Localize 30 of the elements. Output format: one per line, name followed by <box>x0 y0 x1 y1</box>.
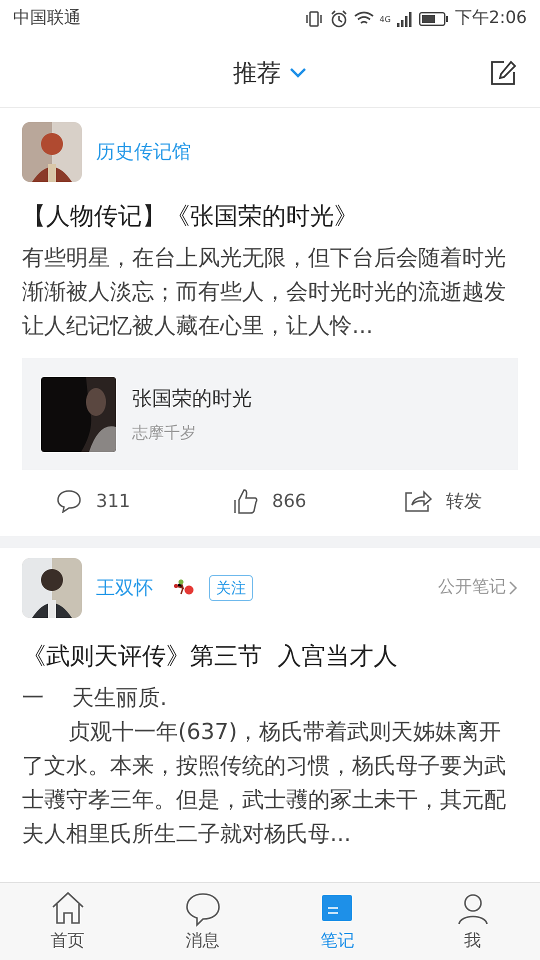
post-excerpt: 一 天生丽质. <box>22 685 168 713</box>
share-button[interactable]: 转发 <box>404 488 482 514</box>
post-title[interactable]: 【人物传记】《张国荣的时光》 <box>22 200 518 232</box>
nav-tab[interactable]: 首页 <box>0 888 135 954</box>
battery-icon <box>418 12 449 26</box>
like-button[interactable]: 866 <box>234 488 404 514</box>
network-label: 4G <box>380 14 391 26</box>
signal-icon <box>396 11 413 27</box>
clock-time: 下午2:06 <box>454 7 527 30</box>
badge-icon <box>173 579 195 597</box>
compose-button[interactable] <box>490 60 516 86</box>
chevron-down-icon <box>289 66 307 78</box>
post-excerpt: 贞观十一年(637)，杨氏带着武则天姊妹离开了文水。本来，按照传统的习惯，杨氏母子要为武士彟守孝三年。但是，武士彟的冢土未干，其元配夫人相里氏所生二子就对杨氏母... <box>22 719 507 849</box>
share-icon <box>404 489 432 513</box>
thumbs-up-icon <box>234 488 258 514</box>
edit-icon <box>490 60 516 86</box>
attachment-card[interactable]: 张国荣的时光 志摩千岁 <box>22 358 518 470</box>
feed-selector[interactable]: 推荐 <box>233 54 307 90</box>
post-excerpt: 有些明星，在台上风光无限，但下台后会随着时光渐渐被人淡忘；而有些人，会时光时光的流逝越发让人纪记忆被人藏在心里，让人怜... <box>22 245 507 341</box>
nav-tab[interactable]: 消息 <box>135 888 270 954</box>
comment-button[interactable]: 311 <box>56 488 226 514</box>
chevron-right-icon <box>508 580 518 596</box>
vibrate-icon <box>304 10 324 28</box>
attachment-title: 张国荣的时光 <box>132 385 252 412</box>
alarm-icon <box>330 10 348 28</box>
attachment-author: 志摩千岁 <box>132 422 197 444</box>
post-title[interactable]: 《武则天评传》第三节 入宫当才人 <box>22 640 518 672</box>
nav-tab[interactable]: 我 <box>405 888 540 954</box>
carrier-name: 中国联通 <box>13 7 81 30</box>
chat-bubble-icon <box>56 489 82 513</box>
